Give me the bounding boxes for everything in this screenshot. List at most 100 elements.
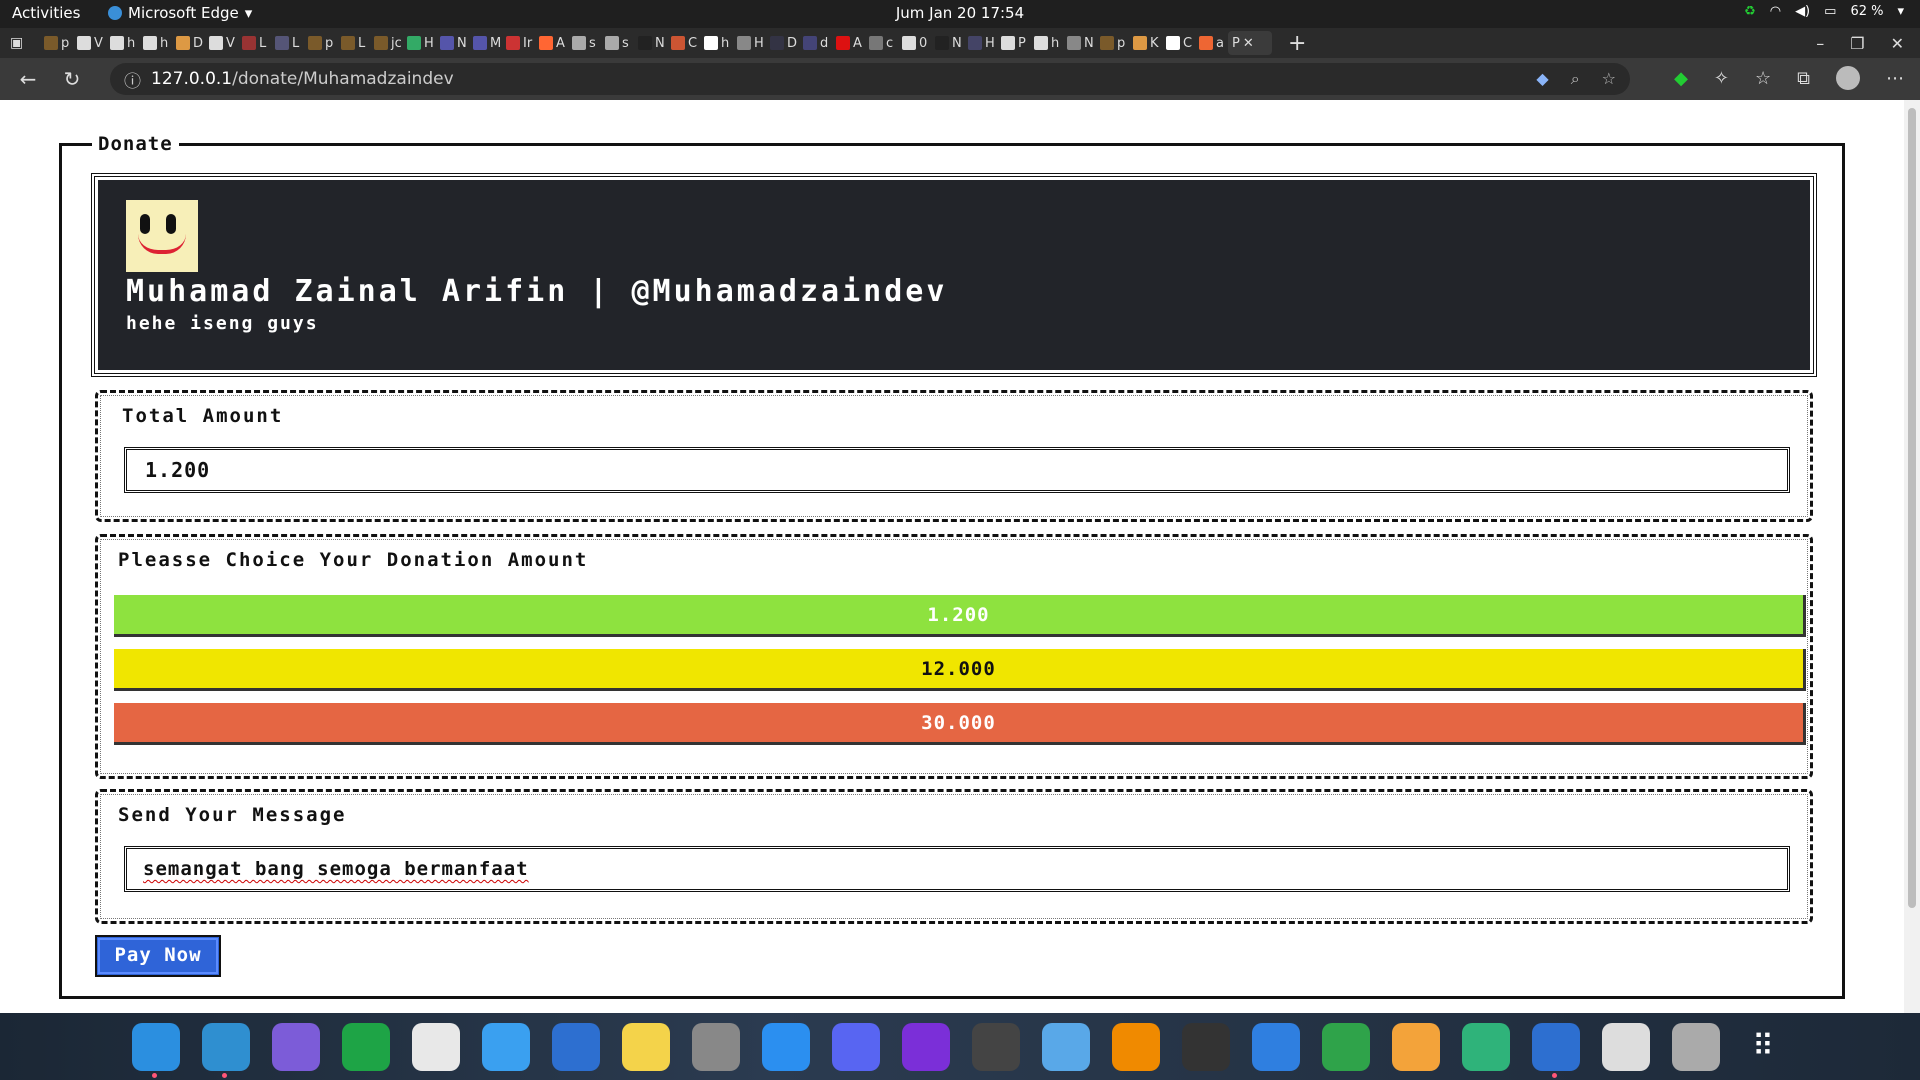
browser-tab[interactable]: p (304, 31, 337, 55)
browser-tab[interactable]: H (733, 31, 766, 55)
browser-tab[interactable]: C (667, 31, 700, 55)
zoom-icon[interactable]: ⌕ (1571, 69, 1580, 89)
browser-tab[interactable]: L (238, 31, 271, 55)
new-tab-icon[interactable]: + (1288, 31, 1306, 56)
numbers-icon[interactable] (1322, 1022, 1370, 1071)
donation-option-12000[interactable]: 12.000 (114, 649, 1806, 691)
more-icon[interactable]: ⋯ (1886, 68, 1904, 89)
browser-tab[interactable]: Ir (502, 31, 535, 55)
system-tray[interactable]: ♻ ◠ ◀) ▭ 62 % ▾ (1744, 4, 1904, 19)
browser-tab[interactable]: h (700, 31, 733, 55)
browser-tab[interactable]: D (172, 31, 205, 55)
maximize-icon[interactable]: ❐ (1850, 34, 1864, 53)
browser-tab[interactable]: C (1162, 31, 1195, 55)
finder-icon[interactable] (482, 1022, 530, 1071)
notes-icon[interactable] (622, 1022, 670, 1071)
edge-icon[interactable] (202, 1022, 250, 1078)
screenshot-icon[interactable] (1602, 1022, 1650, 1071)
tab-label: C (688, 35, 698, 51)
keynote-icon[interactable] (1252, 1022, 1300, 1071)
browser-tab[interactable]: h (106, 31, 139, 55)
favorites-icon[interactable]: ☆ (1755, 68, 1771, 89)
browser-tab[interactable]: A (535, 31, 568, 55)
browser-tab[interactable]: 0 (898, 31, 931, 55)
settings-icon[interactable] (692, 1022, 740, 1071)
browser-tab[interactable]: h (1030, 31, 1063, 55)
tab-label: p (61, 35, 70, 51)
browser-tab[interactable]: N (1063, 31, 1096, 55)
browser-tab[interactable]: L (337, 31, 370, 55)
discord-icon[interactable] (832, 1022, 880, 1071)
donation-option-1200[interactable]: 1.200 (114, 595, 1806, 637)
preview-icon[interactable] (972, 1022, 1020, 1071)
activities-button[interactable]: Activities (12, 4, 80, 22)
browser-tab[interactable]: s (568, 31, 601, 55)
app-violet-icon[interactable] (902, 1022, 950, 1071)
minimize-icon[interactable]: – (1816, 34, 1824, 53)
chat-icon[interactable] (342, 1022, 390, 1071)
show-apps-icon[interactable]: ⠿ (1752, 1029, 1774, 1064)
scrollbar[interactable] (1904, 100, 1920, 1013)
running-indicator (222, 1072, 227, 1078)
tab-favicon-icon (209, 36, 223, 50)
app-menu[interactable]: Microsoft Edge ▾ (108, 4, 252, 22)
browser-tab[interactable]: p (40, 31, 73, 55)
profile-avatar[interactable] (1836, 66, 1860, 90)
browser-tab[interactable]: P (997, 31, 1030, 55)
refresh-icon[interactable]: ↻ (50, 67, 94, 91)
browser-tab[interactable]: N (634, 31, 667, 55)
pages-icon[interactable] (1392, 1022, 1440, 1071)
files-icon[interactable] (1042, 1022, 1090, 1071)
browser-tab[interactable]: c (865, 31, 898, 55)
browser-tab[interactable]: d (799, 31, 832, 55)
terminal-icon[interactable] (1182, 1022, 1230, 1071)
total-amount-field[interactable]: 1.200 (124, 447, 1790, 493)
app-blue-icon[interactable] (552, 1022, 600, 1071)
browser-tab[interactable]: N (931, 31, 964, 55)
browser-tab[interactable]: p (1096, 31, 1129, 55)
vlc-icon[interactable] (1112, 1022, 1160, 1071)
extension-green-icon[interactable]: ◆ (1674, 68, 1688, 89)
info-icon[interactable]: ⓘ (124, 67, 141, 92)
message-input[interactable]: semangat bang semoga bermanfaat (124, 846, 1790, 892)
browser-tab[interactable]: H (403, 31, 436, 55)
browser-tab[interactable]: N (436, 31, 469, 55)
browser-tab[interactable]: h (139, 31, 172, 55)
donation-option-30000[interactable]: 30.000 (114, 703, 1806, 745)
window-close-icon[interactable]: ✕ (1891, 34, 1904, 53)
tab-actions-icon[interactable]: ▣ (10, 35, 40, 51)
browser-tab[interactable]: V (205, 31, 238, 55)
app-store-icon[interactable] (762, 1022, 810, 1071)
tag-icon[interactable]: ◆ (1536, 69, 1548, 89)
vscode-icon[interactable] (132, 1022, 180, 1078)
browser-tab[interactable]: L (271, 31, 304, 55)
app-purple-icon[interactable] (272, 1022, 320, 1071)
browser-tab[interactable]: jc (370, 31, 403, 55)
browser-tab[interactable]: D (766, 31, 799, 55)
app-green-icon[interactable] (1462, 1022, 1510, 1071)
browser-tab[interactable]: a (1195, 31, 1228, 55)
browser-tab[interactable]: M (469, 31, 502, 55)
chevron-down-icon: ▾ (244, 4, 253, 22)
app-white-icon[interactable] (412, 1022, 460, 1071)
collections-icon[interactable]: ⧉ (1797, 68, 1810, 89)
url-field[interactable]: ⓘ 127.0.0.1/donate/Muhamadzaindev ◆ ⌕ ☆ (110, 63, 1630, 95)
browser-tab[interactable]: K (1129, 31, 1162, 55)
tab-label: D (787, 35, 798, 51)
back-icon[interactable]: ← (6, 67, 50, 91)
close-icon[interactable]: ✕ (1243, 36, 1254, 51)
tab-active[interactable]: P ✕ (1228, 31, 1272, 55)
clock[interactable]: Jum Jan 20 17:54 (0, 4, 1920, 22)
browser-tab[interactable]: V (73, 31, 106, 55)
disk-icon[interactable] (1672, 1022, 1720, 1071)
extensions-icon[interactable]: ✧ (1714, 68, 1729, 89)
favorite-add-icon[interactable]: ☆ (1602, 69, 1616, 89)
tab-label: N (655, 35, 665, 51)
browser-tab[interactable]: H (964, 31, 997, 55)
volume-icon: ◀) (1795, 4, 1811, 19)
browser-tab[interactable]: s (601, 31, 634, 55)
scrollbar-thumb[interactable] (1908, 108, 1916, 908)
pay-now-button[interactable]: Pay Now (95, 935, 221, 977)
browser-tab[interactable]: A (832, 31, 865, 55)
app-blue2-icon[interactable] (1532, 1022, 1580, 1078)
